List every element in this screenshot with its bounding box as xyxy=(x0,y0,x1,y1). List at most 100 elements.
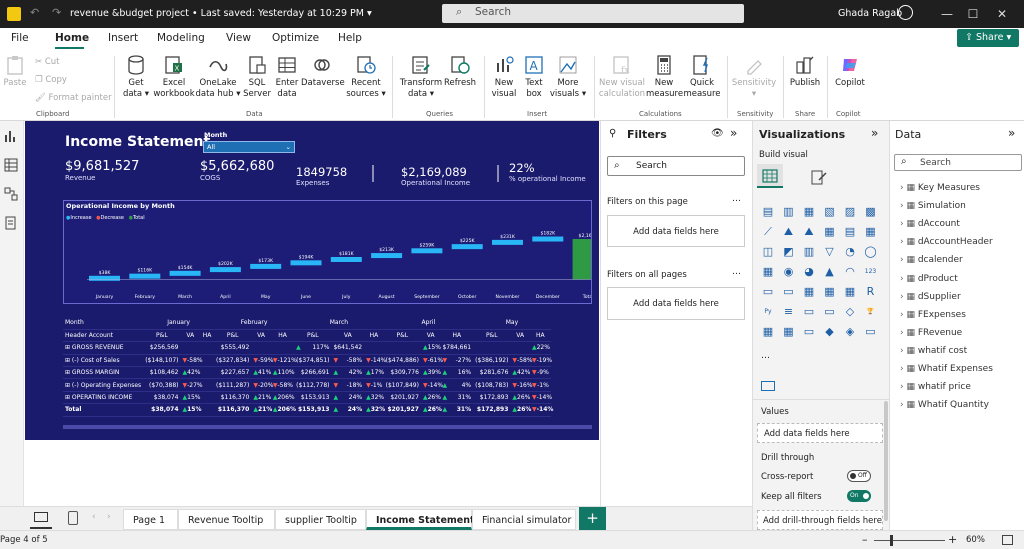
redo-icon[interactable]: ↷ xyxy=(52,6,61,19)
list-item[interactable]: › ▦ dAccount xyxy=(900,219,960,229)
page-tab-income-statement[interactable]: Income Statement xyxy=(366,509,475,530)
area-visual-icon[interactable]: ⛰ xyxy=(782,225,796,239)
table-visual-icon[interactable]: ▦ xyxy=(823,285,837,299)
maximize-icon[interactable]: ☐ xyxy=(963,4,983,24)
share-button[interactable]: ⇪ Share ▾ xyxy=(957,29,1019,47)
menu-optimize[interactable]: Optimize xyxy=(272,32,319,44)
close-icon[interactable]: ✕ xyxy=(992,4,1012,24)
page-filters-drop-zone[interactable]: Add data fields here xyxy=(607,215,745,247)
model-view-icon[interactable] xyxy=(4,187,18,201)
waterfall-bar[interactable] xyxy=(89,275,120,281)
copilot-button[interactable]: Copilot xyxy=(831,54,869,89)
menu-file[interactable]: File xyxy=(11,32,29,44)
list-item[interactable]: › ▦ dSupplier xyxy=(900,292,961,302)
gauge-visual-icon[interactable]: ◠ xyxy=(843,265,857,279)
r-script-visual-icon[interactable]: R xyxy=(864,285,878,299)
text-visual-icon[interactable]: ▭ xyxy=(864,325,878,339)
cross-report-toggle[interactable]: Off xyxy=(847,470,871,482)
sql-server-button[interactable]: SQL Server xyxy=(241,54,273,100)
new-measure-button[interactable]: New measure xyxy=(646,54,683,100)
card-visual-icon[interactable]: 123 xyxy=(864,265,878,279)
list-item[interactable]: › ▦ Key Measures xyxy=(900,183,980,193)
scatter-visual-icon[interactable]: ▥ xyxy=(802,245,816,259)
waterfall-bar[interactable] xyxy=(169,270,201,276)
list-item[interactable]: › ▦ Simulation xyxy=(900,201,966,211)
menu-insert[interactable]: Insert xyxy=(108,32,138,44)
keep-all-filters-toggle[interactable]: On xyxy=(847,490,871,502)
list-item[interactable]: › ▦ Whatif Quantity xyxy=(900,400,989,410)
page-tab-supplier-tooltip[interactable]: supplier Tooltip xyxy=(275,509,366,530)
matrix-month-header[interactable]: March xyxy=(294,317,384,330)
desktop-layout-icon[interactable] xyxy=(30,507,52,529)
table-row[interactable]: ⊞ GROSS MARGIN $108,462 ▲ 42% $227,657 ▲ 41% ▲ 1… xyxy=(63,366,551,380)
visualizations-scrollbar[interactable] xyxy=(884,401,888,521)
menu-modeling[interactable]: Modeling xyxy=(157,32,205,44)
data-search-input[interactable]: ⌕ Search xyxy=(894,154,1022,171)
add-page-button[interactable]: + xyxy=(579,507,606,530)
slicer-visual-icon[interactable]: ▦ xyxy=(802,285,816,299)
title-search-box[interactable]: ⌕ Search xyxy=(442,4,744,23)
menu-help[interactable]: Help xyxy=(338,32,362,44)
line-stacked-column-visual-icon[interactable]: ▤ xyxy=(843,225,857,239)
list-item[interactable]: › ▦ FRevenue xyxy=(900,328,962,338)
matrix-month-header[interactable]: January xyxy=(143,317,215,330)
month-slicer-dropdown[interactable]: All ⌄ xyxy=(203,141,295,153)
recent-sources-button[interactable]: Recent sources ▾ xyxy=(345,54,387,100)
values-drop-zone[interactable]: Add data fields here xyxy=(757,423,883,443)
key-influencers-visual-icon[interactable]: ≡ xyxy=(782,305,796,319)
dax-query-view-icon[interactable] xyxy=(4,216,18,230)
onelake-data-hub-button[interactable]: OneLake data hub ▾ xyxy=(195,54,241,100)
waterfall-bar[interactable] xyxy=(290,260,322,266)
zoom-in-icon[interactable]: + xyxy=(948,533,957,546)
ribbon-visual-icon[interactable]: ▦ xyxy=(864,225,878,239)
minimize-icon[interactable]: — xyxy=(937,4,957,24)
list-item[interactable]: › ▦ Whatif Expenses xyxy=(900,364,993,374)
page-tab-revenue-tooltip[interactable]: Revenue Tooltip xyxy=(178,509,275,530)
paginated-visual-icon[interactable]: ▦ xyxy=(761,325,775,339)
new-visual-button[interactable]: New visual xyxy=(489,54,519,100)
new-visual-calculation-button[interactable]: fx New visual calculation xyxy=(598,54,646,100)
table-row[interactable]: Total $38,074 ▲ 15% $116,370 ▲ 21% ▲ 206% $153,91… xyxy=(63,403,553,417)
eye-icon[interactable]: 👁 xyxy=(711,128,724,139)
waterfall-bar[interactable] xyxy=(129,273,161,279)
next-page-icon[interactable]: › xyxy=(107,512,111,522)
qa-visual-icon[interactable]: ▭ xyxy=(823,305,837,319)
fit-to-page-icon[interactable] xyxy=(1002,535,1013,545)
matrix-month-header[interactable]: February xyxy=(214,317,295,330)
decomposition-tree-visual-icon[interactable]: ▭ xyxy=(802,305,816,319)
waterfall-bar[interactable] xyxy=(532,236,564,242)
matrix-scrollbar[interactable] xyxy=(63,425,592,429)
format-painter-button[interactable]: 🖌 Format painter xyxy=(35,93,112,103)
excel-workbook-button[interactable]: X Excel workbook xyxy=(152,54,196,100)
enter-data-button[interactable]: Enter data xyxy=(273,54,301,100)
waterfall-bar[interactable] xyxy=(451,244,483,250)
clustered-bar-visual-icon[interactable]: ▦ xyxy=(802,205,816,219)
donut-visual-icon[interactable]: ◯ xyxy=(864,245,878,259)
table-row[interactable]: ⊞ GROSS REVENUE $256,569 $555,492 ▲ 117% $641… xyxy=(63,341,551,355)
treemap-visual-icon[interactable]: ▦ xyxy=(761,265,775,279)
zoom-slider-thumb[interactable] xyxy=(890,535,893,546)
menu-home[interactable]: Home xyxy=(55,32,89,44)
100pct-bar-visual-icon[interactable]: ▨ xyxy=(843,205,857,219)
waterfall-bar[interactable] xyxy=(371,253,403,259)
waterfall-bar[interactable] xyxy=(411,248,443,254)
income-matrix[interactable]: Month January February March April May Header … xyxy=(63,317,592,423)
mobile-layout-icon[interactable] xyxy=(68,511,78,525)
previous-page-icon[interactable]: ‹ xyxy=(92,512,96,522)
multi-row-card-visual-icon[interactable]: ▭ xyxy=(761,285,775,299)
drill-through-drop-zone[interactable]: Add drill-through fields here xyxy=(757,510,883,530)
paste-button[interactable]: Paste xyxy=(3,54,27,89)
page-tab-financial-simulator[interactable]: Financial simulator xyxy=(472,509,576,530)
more-visuals-ellipsis-icon[interactable]: … xyxy=(761,351,770,361)
more-visuals-button[interactable]: More visuals ▾ xyxy=(549,54,587,100)
line-column-visual-icon[interactable]: ▦ xyxy=(823,225,837,239)
avatar-icon[interactable] xyxy=(898,5,913,20)
funnel-alt-visual-icon[interactable]: ▽ xyxy=(823,245,837,259)
collapse-data-icon[interactable]: » xyxy=(1008,126,1015,140)
goals-visual-icon[interactable]: 🏆 xyxy=(864,305,878,319)
list-item[interactable]: › ▦ whatif cost xyxy=(900,346,967,356)
dataverse-button[interactable]: Dataverse xyxy=(301,54,345,89)
matrix-month-header[interactable]: April xyxy=(383,317,474,330)
ai-visual-icon[interactable] xyxy=(761,381,775,391)
table-row[interactable]: ⊞ (-) Operating Expenses ($70,388) ▼ -27% ($… xyxy=(63,378,551,392)
